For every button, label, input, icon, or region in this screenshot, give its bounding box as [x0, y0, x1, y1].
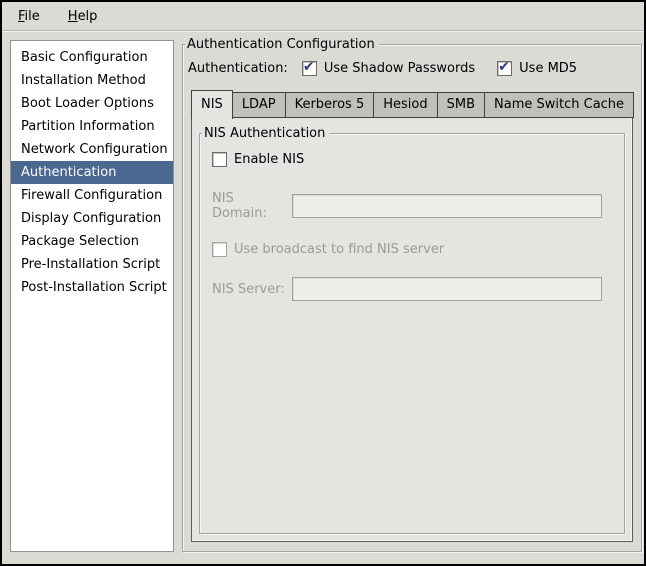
checkbox-unchecked-icon — [212, 152, 227, 167]
use-md5-checkbox[interactable]: Use MD5 — [497, 61, 577, 76]
tab-name-switch-cache[interactable]: Name Switch Cache — [484, 92, 634, 118]
use-shadow-passwords-label: Use Shadow Passwords — [324, 61, 475, 76]
section-list: Basic Configuration Installation Method … — [10, 40, 174, 552]
nis-server-label: NIS Server: — [212, 282, 292, 297]
nis-server-input — [292, 277, 602, 301]
nis-authentication-frame: NIS Authentication Enable NIS NIS Domain… — [199, 133, 625, 534]
sidebar-item-post-installation-script[interactable]: Post-Installation Script — [11, 276, 173, 299]
auth-notebook: NIS LDAP Kerberos 5 Hesiod SMB Name Swit… — [191, 90, 633, 542]
use-broadcast-label: Use broadcast to find NIS server — [234, 242, 444, 257]
sidebar-item-firewall-configuration[interactable]: Firewall Configuration — [11, 184, 173, 207]
main-content: Basic Configuration Installation Method … — [2, 31, 644, 563]
kickstart-configurator-window: File Help Basic Configuration Installati… — [0, 0, 646, 566]
nis-tab-page: NIS Authentication Enable NIS NIS Domain… — [191, 117, 633, 542]
authentication-label: Authentication: — [188, 61, 288, 76]
use-md5-label: Use MD5 — [519, 61, 577, 76]
checkbox-checked-icon — [497, 61, 512, 76]
checkbox-unchecked-icon — [212, 242, 227, 257]
nis-domain-label: NIS Domain: — [212, 191, 292, 221]
checkbox-checked-icon — [302, 61, 317, 76]
enable-nis-row: Enable NIS — [212, 152, 612, 171]
sidebar-item-pre-installation-script[interactable]: Pre-Installation Script — [11, 253, 173, 276]
sidebar-item-package-selection[interactable]: Package Selection — [11, 230, 173, 253]
enable-nis-label: Enable NIS — [234, 152, 304, 167]
tab-smb[interactable]: SMB — [437, 92, 485, 118]
sidebar-item-installation-method[interactable]: Installation Method — [11, 69, 173, 92]
sidebar-item-authentication[interactable]: Authentication — [11, 161, 173, 184]
tab-nis[interactable]: NIS — [191, 90, 233, 119]
tab-hesiod[interactable]: Hesiod — [373, 92, 437, 118]
sidebar-item-boot-loader-options[interactable]: Boot Loader Options — [11, 92, 173, 115]
enable-nis-checkbox[interactable]: Enable NIS — [212, 152, 304, 167]
tab-bar: NIS LDAP Kerberos 5 Hesiod SMB Name Swit… — [191, 90, 633, 118]
authentication-configuration-frame: Authentication Configuration Authenticat… — [182, 44, 642, 552]
nis-domain-input — [292, 194, 602, 218]
tab-ldap[interactable]: LDAP — [232, 92, 286, 118]
sidebar-item-partition-information[interactable]: Partition Information — [11, 115, 173, 138]
tab-kerberos-5[interactable]: Kerberos 5 — [285, 92, 375, 118]
menubar: File Help — [2, 2, 644, 31]
broadcast-row: Use broadcast to find NIS server — [212, 242, 612, 261]
frame-title: Authentication Configuration — [185, 36, 379, 53]
use-shadow-passwords-checkbox[interactable]: Use Shadow Passwords — [302, 61, 475, 76]
sidebar-item-display-configuration[interactable]: Display Configuration — [11, 207, 173, 230]
sidebar-item-network-configuration[interactable]: Network Configuration — [11, 138, 173, 161]
menu-help[interactable]: Help — [64, 7, 102, 26]
nis-server-row: NIS Server: — [212, 277, 612, 301]
nis-domain-row: NIS Domain: — [212, 191, 612, 221]
authentication-options-row: Authentication: Use Shadow Passwords Use… — [188, 61, 641, 76]
sidebar-item-basic-configuration[interactable]: Basic Configuration — [11, 46, 173, 69]
use-broadcast-checkbox: Use broadcast to find NIS server — [212, 242, 444, 257]
frame-title: NIS Authentication — [202, 125, 329, 142]
menu-file[interactable]: File — [14, 7, 44, 26]
